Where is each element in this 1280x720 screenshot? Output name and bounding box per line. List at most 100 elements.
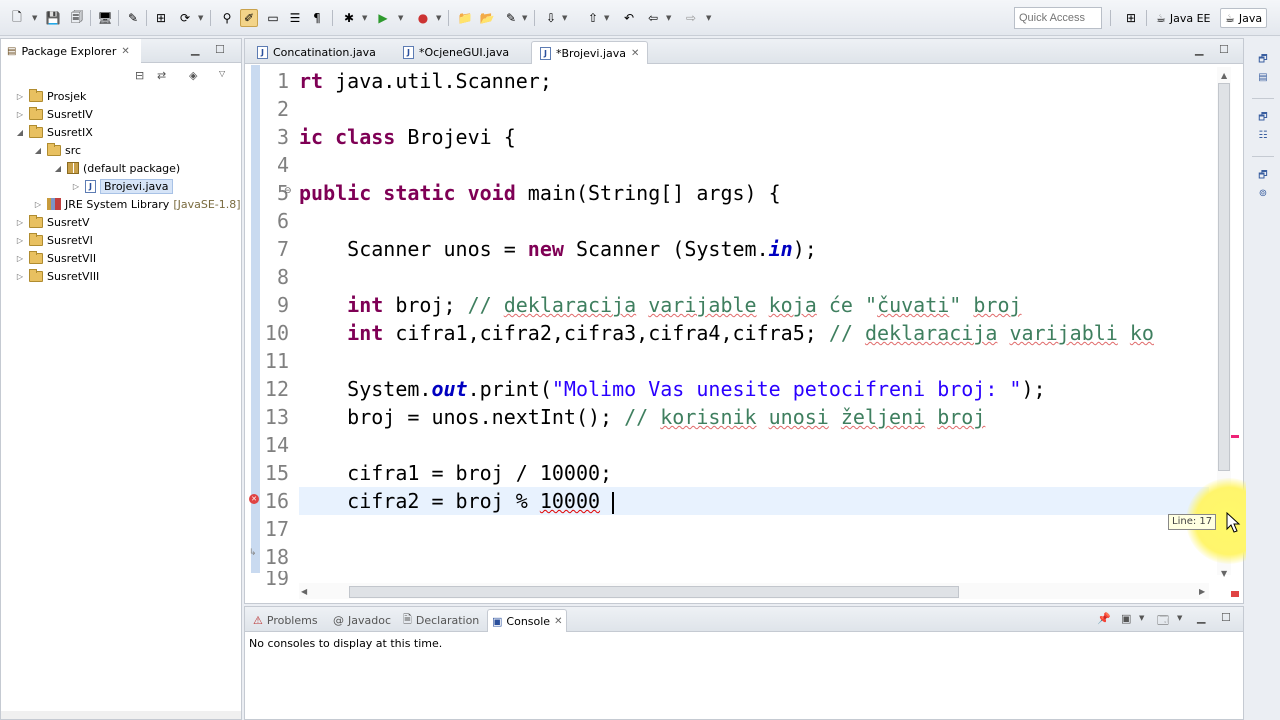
expand-icon[interactable]: ▷ xyxy=(15,92,25,101)
tree-item-file[interactable]: ▷ J Brojevi.java xyxy=(71,177,173,195)
external-tools-dropdown-icon[interactable]: ▼ xyxy=(436,14,441,22)
scroll-left-icon[interactable]: ◀ xyxy=(301,587,307,596)
scroll-right-icon[interactable]: ▶ xyxy=(1199,587,1205,596)
collapse-all-icon[interactable]: ⊟ xyxy=(135,69,144,82)
tab-package-explorer[interactable]: ▤ Package Explorer ✕ xyxy=(1,39,141,63)
minimize-icon[interactable]: ▁ xyxy=(1197,611,1205,624)
block-selection-icon[interactable]: ▭ xyxy=(264,9,282,27)
tab-console[interactable]: ▣ Console ✕ xyxy=(487,609,568,632)
pin-console-icon[interactable]: 📌 xyxy=(1097,612,1111,625)
vertical-scrollbar-thumb[interactable] xyxy=(1218,83,1230,471)
close-icon[interactable]: ✕ xyxy=(121,46,129,57)
tree-item-project[interactable]: ▷ SusretVII xyxy=(15,249,96,267)
minimize-icon[interactable]: ▁ xyxy=(191,43,199,56)
new-java-project-icon[interactable]: 📁 xyxy=(456,9,474,27)
new-dropdown-icon[interactable]: ▼ xyxy=(32,14,37,22)
forward-icon[interactable]: ⇨ xyxy=(682,9,700,27)
search-icon[interactable]: ✎ xyxy=(502,9,520,27)
tab-concatination[interactable]: J Concatination.java xyxy=(249,41,384,64)
collapse-icon[interactable]: ◢ xyxy=(53,164,63,173)
horizontal-scrollbar-thumb[interactable] xyxy=(349,586,959,598)
collapse-icon[interactable]: ◢ xyxy=(15,128,25,137)
back-dropdown-icon[interactable]: ▼ xyxy=(666,14,671,22)
next-annotation-icon[interactable]: ⇩ xyxy=(542,9,560,27)
error-overview-icon[interactable] xyxy=(1231,591,1239,597)
expand-icon[interactable]: ▷ xyxy=(15,218,25,227)
back-icon[interactable]: ⇦ xyxy=(644,9,662,27)
expand-icon[interactable]: ▷ xyxy=(15,272,25,281)
save-icon[interactable]: 💾 xyxy=(44,9,62,27)
run-icon[interactable]: ▶ xyxy=(374,9,392,27)
open-console-dropdown-icon[interactable]: ▼ xyxy=(1177,614,1182,622)
tree-item-project[interactable]: ▷ SusretV xyxy=(15,213,90,231)
close-icon[interactable]: ✕ xyxy=(554,616,562,627)
error-icon[interactable]: ✕ xyxy=(249,494,259,504)
perspective-java[interactable]: ☕ Java xyxy=(1220,8,1268,28)
restore-icon[interactable]: 🗗 xyxy=(1256,52,1270,66)
maximize-icon[interactable]: ☐ xyxy=(1221,611,1231,624)
show-whitespace-icon[interactable]: ¶ xyxy=(308,9,326,27)
new-java-package-icon[interactable]: ⊞ xyxy=(152,9,170,27)
scroll-down-icon[interactable]: ▼ xyxy=(1221,569,1227,578)
code-text-area[interactable]: rt java.util.Scanner; ic class Brojevi {… xyxy=(299,67,1209,575)
scroll-up-icon[interactable]: ▲ xyxy=(1221,71,1227,80)
open-perspective-icon[interactable]: ⊞ xyxy=(1122,9,1140,27)
save-all-icon[interactable]: 🗐 xyxy=(68,9,86,27)
tree-item-package[interactable]: ◢ (default package) xyxy=(53,159,180,177)
help-icon[interactable]: ⊚ xyxy=(1256,188,1270,202)
task-list-icon[interactable]: ▤ xyxy=(1256,72,1270,86)
tree-item-project[interactable]: ◢ SusretIX xyxy=(15,123,93,141)
link-with-editor-icon[interactable]: ⇄ xyxy=(157,69,166,82)
expand-icon[interactable]: ▷ xyxy=(33,200,43,209)
next-annotation-dropdown-icon[interactable]: ▼ xyxy=(562,14,567,22)
minimize-icon[interactable]: ▁ xyxy=(1195,43,1203,56)
horizontal-scrollbar[interactable] xyxy=(1,711,241,719)
hierarchy-icon[interactable]: ⚲ xyxy=(218,9,236,27)
debug-dropdown-icon[interactable]: ▼ xyxy=(362,14,367,22)
tree-item-project[interactable]: ▷ SusretVI xyxy=(15,231,93,249)
tab-declaration[interactable]: 🗎 Declaration xyxy=(399,609,483,632)
display-console-icon[interactable]: ▣ xyxy=(1121,612,1131,625)
debug-icon[interactable]: ✱ xyxy=(340,9,358,27)
restore-icon[interactable]: 🗗 xyxy=(1256,110,1270,124)
tab-problems[interactable]: ⚠ Problems xyxy=(249,609,322,632)
quick-access-input[interactable] xyxy=(1014,7,1102,29)
close-icon[interactable]: ✕ xyxy=(631,48,639,59)
expand-icon[interactable]: ▷ xyxy=(71,182,81,191)
tab-javadoc[interactable]: @ Javadoc xyxy=(329,609,395,632)
tab-brojevi[interactable]: J *Brojevi.java ✕ xyxy=(531,41,649,64)
skip-breakpoints-icon[interactable]: ✎ xyxy=(124,9,142,27)
collapse-icon[interactable]: ◢ xyxy=(33,146,43,155)
search-dropdown-icon[interactable]: ▼ xyxy=(522,14,527,22)
maximize-icon[interactable]: ☐ xyxy=(215,43,225,56)
tab-ocjenegui[interactable]: J *OcjeneGUI.java xyxy=(395,41,517,64)
run-dropdown-icon[interactable]: ▼ xyxy=(398,14,403,22)
tree-item-project[interactable]: ▷ Prosjek xyxy=(15,87,86,105)
tree-item-project[interactable]: ▷ SusretVIII xyxy=(15,267,99,285)
expand-icon[interactable]: ▷ xyxy=(15,254,25,263)
expand-icon[interactable]: ▷ xyxy=(15,110,25,119)
outline-icon[interactable]: ☷ xyxy=(1256,130,1270,144)
open-console-icon[interactable]: 🗔 xyxy=(1157,612,1169,631)
tree-item-source-folder[interactable]: ◢ src xyxy=(33,141,81,159)
perspective-java-ee[interactable]: ☕ Java EE xyxy=(1152,8,1215,28)
prev-annotation-icon[interactable]: ⇧ xyxy=(584,9,602,27)
tree-item-library[interactable]: ▷ JRE System Library [JavaSE-1.8] xyxy=(33,195,241,213)
mark-occurrences-icon[interactable]: ✐ xyxy=(240,9,258,27)
focus-icon[interactable]: ◈ xyxy=(189,69,197,82)
forward-dropdown-icon[interactable]: ▼ xyxy=(706,14,711,22)
refresh-dropdown-icon[interactable]: ▼ xyxy=(198,14,203,22)
terminal-icon[interactable]: 🖥 xyxy=(96,9,114,27)
word-wrap-icon[interactable]: ☰ xyxy=(286,9,304,27)
prev-annotation-dropdown-icon[interactable]: ▼ xyxy=(604,14,609,22)
restore-icon[interactable]: 🗗 xyxy=(1256,168,1270,182)
expand-icon[interactable]: ▷ xyxy=(15,236,25,245)
open-type-icon[interactable]: 📂 xyxy=(478,9,496,27)
new-file-icon[interactable]: 🗋 xyxy=(8,9,26,27)
last-edit-icon[interactable]: ↶ xyxy=(620,9,638,27)
refresh-icon[interactable]: ⟳ xyxy=(176,9,194,27)
view-menu-icon[interactable]: ▽ xyxy=(219,69,225,78)
overview-ruler-mark[interactable] xyxy=(1231,435,1239,438)
quick-fix-icon[interactable]: ↳ xyxy=(249,548,257,558)
tree-item-project[interactable]: ▷ SusretIV xyxy=(15,105,93,123)
